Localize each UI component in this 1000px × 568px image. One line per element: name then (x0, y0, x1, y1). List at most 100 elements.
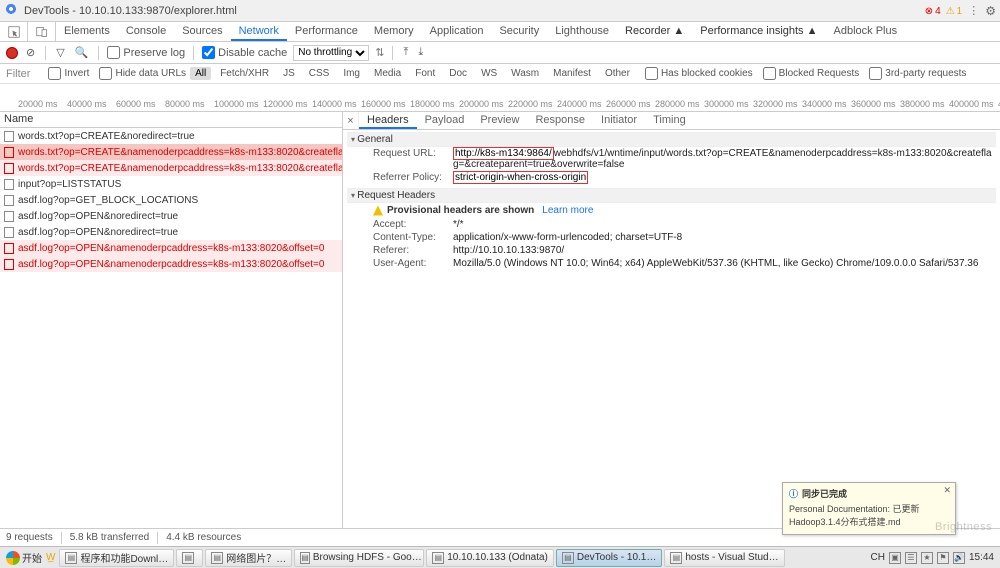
general-section[interactable]: General (347, 132, 996, 147)
timeline-tick: 300000 ms (704, 99, 753, 109)
preserve-log-checkbox[interactable]: Preserve log (107, 46, 185, 59)
tray-icon[interactable]: ★ (921, 552, 933, 564)
taskbar-item[interactable]: ▤hosts - Visual Stud… (664, 549, 784, 567)
volume-icon[interactable]: 🔊 (953, 552, 965, 564)
subtab-preview[interactable]: Preview (472, 112, 527, 129)
taskbar-item[interactable]: ▤网络图片？… (205, 549, 292, 567)
close-details-icon[interactable]: × (343, 112, 359, 129)
name-column-header[interactable]: Name (0, 112, 342, 128)
type-wasm[interactable]: Wasm (506, 67, 544, 80)
timeline-tick: 320000 ms (753, 99, 802, 109)
start-button[interactable]: 开始 (2, 550, 46, 565)
request-row[interactable]: words.txt?op=CREATE&namenoderpcaddress=k… (0, 160, 342, 176)
timeline-tick: 340000 ms (802, 99, 851, 109)
blocked-cookies-checkbox[interactable]: Has blocked cookies (645, 67, 753, 80)
filter-icon[interactable]: ▽ (54, 46, 66, 59)
subtab-timing[interactable]: Timing (645, 112, 694, 129)
type-all[interactable]: All (190, 67, 211, 80)
taskbar-item[interactable]: ▤ (176, 549, 203, 567)
invert-checkbox[interactable]: Invert (48, 67, 89, 80)
type-fetch[interactable]: Fetch/XHR (215, 67, 274, 80)
subtab-initiator[interactable]: Initiator (593, 112, 645, 129)
tab-lighthouse[interactable]: Lighthouse (547, 22, 617, 41)
timeline-tick: 280000 ms (655, 99, 704, 109)
request-row[interactable]: asdf.log?op=OPEN&noredirect=true (0, 224, 342, 240)
tab-elements[interactable]: Elements (56, 22, 118, 41)
timeline-tick: 380000 ms (900, 99, 949, 109)
export-har-icon[interactable]: ⤓ (416, 46, 425, 59)
taskbar-item[interactable]: ▤DevTools - 10.1… (556, 549, 662, 567)
throttling-select[interactable]: No throttling (293, 45, 369, 61)
type-img[interactable]: Img (338, 67, 365, 80)
request-name: words.txt?op=CREATE&noredirect=true (18, 131, 195, 142)
type-doc[interactable]: Doc (444, 67, 472, 80)
taskbar-item[interactable]: ▤程序和功能Downl… (59, 549, 174, 567)
type-manifest[interactable]: Manifest (548, 67, 596, 80)
tray-icon[interactable]: ☰ (905, 552, 917, 564)
record-button[interactable] (6, 47, 18, 59)
timeline-tick: 140000 ms (312, 99, 361, 109)
taskbar-item[interactable]: ▤10.10.10.133 (Odnata) (426, 549, 554, 567)
balloon-close-icon[interactable]: ✕ (943, 485, 951, 496)
file-icon (4, 211, 14, 222)
type-ws[interactable]: WS (476, 67, 502, 80)
balloon-title: 同步已完成 (802, 487, 847, 500)
filter-input[interactable]: Filter (6, 68, 30, 80)
subtab-response[interactable]: Response (527, 112, 593, 129)
tab-console[interactable]: Console (118, 22, 174, 41)
request-row[interactable]: asdf.log?op=OPEN&noredirect=true (0, 208, 342, 224)
settings-icon[interactable]: ⚙ (985, 4, 996, 18)
timeline-tick: 260000 ms (606, 99, 655, 109)
request-name: asdf.log?op=OPEN&namenoderpcaddress=k8s-… (18, 259, 324, 270)
tab-adblock[interactable]: Adblock Plus (826, 22, 906, 41)
issue-badges[interactable]: ⊗4 ⚠1 (923, 5, 963, 17)
request-row[interactable]: words.txt?op=CREATE&noredirect=true (0, 128, 342, 144)
disable-cache-checkbox[interactable]: Disable cache (202, 46, 287, 59)
request-headers-section[interactable]: Request Headers (347, 188, 996, 203)
tab-network[interactable]: Network (231, 22, 287, 41)
inspect-icon[interactable] (0, 22, 28, 41)
timeline-overview[interactable]: 20000 ms40000 ms60000 ms80000 ms100000 m… (0, 84, 1000, 112)
type-js[interactable]: JS (278, 67, 300, 80)
taskbar-item[interactable]: ▤Browsing HDFS - Goo… (294, 549, 424, 567)
third-party-checkbox[interactable]: 3rd-party requests (869, 67, 966, 80)
request-row[interactable]: asdf.log?op=OPEN&namenoderpcaddress=k8s-… (0, 240, 342, 256)
blocked-requests-checkbox[interactable]: Blocked Requests (763, 67, 860, 80)
type-css[interactable]: CSS (304, 67, 335, 80)
learn-more-link[interactable]: Learn more (542, 205, 593, 216)
request-details: × Headers Payload Preview Response Initi… (343, 112, 1000, 528)
clear-icon[interactable]: ⊘ (24, 46, 37, 59)
timeline-tick: 200000 ms (459, 99, 508, 109)
subtab-headers[interactable]: Headers (359, 112, 417, 129)
request-row[interactable]: asdf.log?op=GET_BLOCK_LOCATIONS (0, 192, 342, 208)
more-icon[interactable]: ⋮ (968, 4, 979, 17)
tray-icon[interactable]: ⚑ (937, 552, 949, 564)
request-name: words.txt?op=CREATE&namenoderpcaddress=k… (18, 163, 342, 174)
tab-sources[interactable]: Sources (174, 22, 230, 41)
tab-perf-insights[interactable]: Performance insights ▲ (692, 22, 825, 41)
tab-recorder[interactable]: Recorder ▲ (617, 22, 692, 41)
device-toggle-icon[interactable] (28, 22, 56, 41)
ime-indicator[interactable]: CH (871, 552, 885, 563)
request-url-value: http://k8s-m134:9864/webhdfs/v1/wntime/i… (453, 148, 996, 170)
file-icon (4, 227, 14, 238)
tab-security[interactable]: Security (491, 22, 547, 41)
import-har-icon[interactable]: ⤒ (401, 46, 410, 59)
subtab-payload[interactable]: Payload (417, 112, 473, 129)
request-row[interactable]: asdf.log?op=OPEN&namenoderpcaddress=k8s-… (0, 256, 342, 272)
system-tray: CH ▣ ☰ ★ ⚑ 🔊 15:44 (867, 552, 998, 564)
type-other[interactable]: Other (600, 67, 635, 80)
tab-memory[interactable]: Memory (366, 22, 422, 41)
search-icon[interactable]: 🔍 (73, 46, 91, 59)
type-media[interactable]: Media (369, 67, 406, 80)
header-value: http://10.10.10.133:9870/ (453, 245, 996, 256)
request-row[interactable]: words.txt?op=CREATE&namenoderpcaddress=k… (0, 144, 342, 160)
tab-performance[interactable]: Performance (287, 22, 366, 41)
hide-data-urls-checkbox[interactable]: Hide data URLs (99, 67, 186, 80)
type-font[interactable]: Font (410, 67, 440, 80)
tab-application[interactable]: Application (422, 22, 492, 41)
clock[interactable]: 15:44 (969, 552, 994, 563)
request-row[interactable]: input?op=LISTSTATUS (0, 176, 342, 192)
tray-icon[interactable]: ▣ (889, 552, 901, 564)
network-conditions-icon[interactable]: ⇅ (375, 46, 384, 59)
